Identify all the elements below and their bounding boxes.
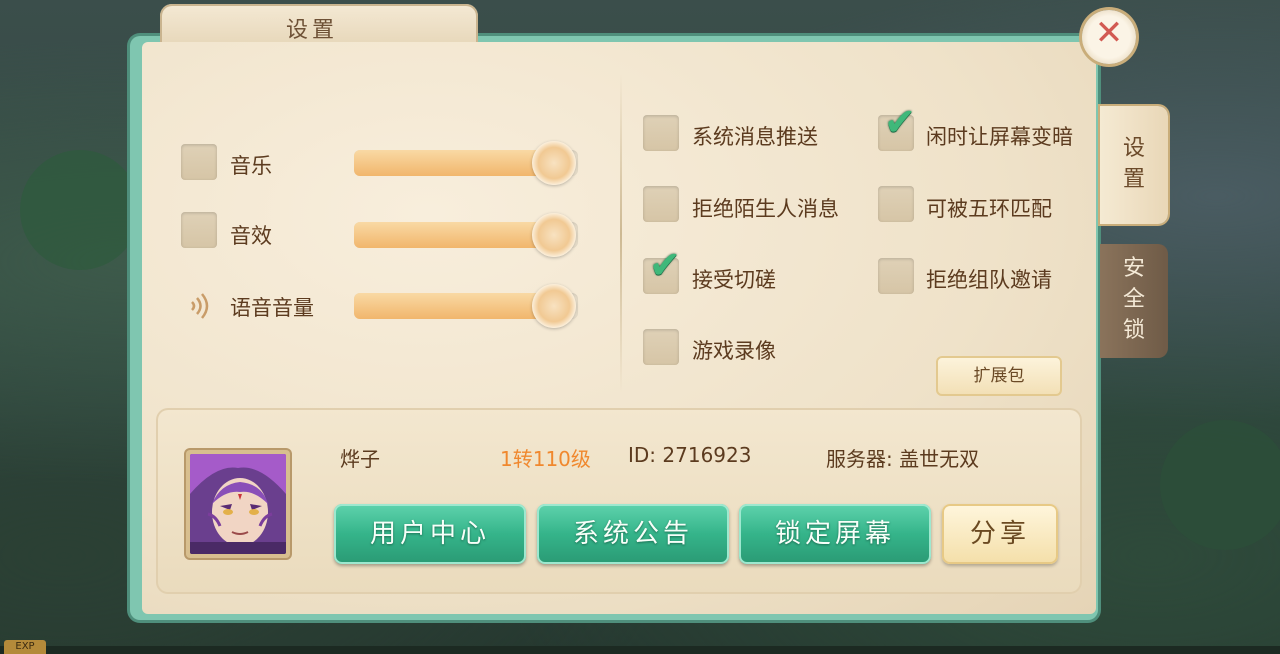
voice-slider-knob[interactable] — [532, 284, 576, 328]
close-icon: ✕ — [1094, 13, 1124, 53]
option-checkbox-dim-screen[interactable]: ✔ — [878, 103, 916, 151]
option-checkbox-system-push[interactable] — [643, 115, 679, 151]
tab-settings-label: 设置 — [1122, 136, 1145, 192]
option-checkbox-five-ring-match[interactable] — [878, 186, 914, 222]
sfx-slider[interactable] — [354, 213, 578, 257]
avatar-frame[interactable] — [186, 450, 290, 558]
option-label-reject-team-invite: 拒绝组队邀请 — [926, 268, 1052, 292]
checkmark-icon: ✔ — [884, 100, 916, 144]
option-label-five-ring-match: 可被五环匹配 — [926, 197, 1052, 221]
player-level: 1转110级 — [500, 447, 591, 471]
option-checkbox-reject-team-invite[interactable] — [878, 258, 914, 294]
option-label-dim-screen: 闲时让屏幕变暗 — [926, 125, 1073, 149]
voice-slider-fill — [354, 293, 554, 319]
bg-foliage-right — [1160, 420, 1280, 550]
system-announcement-button[interactable]: 系统公告 — [537, 504, 729, 564]
tab-security-lock[interactable]: 安全锁 — [1100, 244, 1168, 358]
voice-volume-slider[interactable] — [354, 284, 578, 328]
hud-bottom-bar — [0, 646, 1280, 654]
music-slider-knob[interactable] — [532, 141, 576, 185]
option-checkbox-accept-duel[interactable]: ✔ — [643, 246, 681, 294]
bg-foliage-left — [20, 150, 140, 270]
expansion-pack-button[interactable]: 扩展包 — [936, 356, 1062, 396]
voice-volume-label: 语音音量 — [230, 296, 314, 320]
tab-security-lock-label: 安全锁 — [1122, 256, 1145, 343]
player-name: 烨子 — [340, 447, 380, 471]
exp-label: EXP — [4, 640, 46, 654]
column-divider — [620, 74, 622, 394]
option-checkbox-reject-stranger[interactable] — [643, 186, 679, 222]
option-checkbox-game-recording[interactable] — [643, 329, 679, 365]
tab-settings[interactable]: 设置 — [1100, 106, 1168, 224]
sfx-slider-fill — [354, 222, 554, 248]
speaker-icon — [188, 290, 212, 322]
sfx-label: 音效 — [230, 224, 272, 248]
sfx-slider-knob[interactable] — [532, 213, 576, 257]
music-slider-fill — [354, 150, 554, 176]
lock-screen-button[interactable]: 锁定屏幕 — [739, 504, 931, 564]
server-name: 服务器: 盖世无双 — [826, 447, 980, 471]
account-section — [156, 408, 1082, 594]
checkmark-icon: ✔ — [649, 243, 681, 287]
option-label-system-push: 系统消息推送 — [692, 125, 818, 149]
option-label-game-recording: 游戏录像 — [692, 339, 776, 363]
user-center-button[interactable]: 用户中心 — [334, 504, 526, 564]
avatar — [190, 454, 286, 554]
option-label-accept-duel: 接受切磋 — [692, 268, 776, 292]
music-checkbox[interactable] — [181, 144, 217, 180]
sfx-checkbox[interactable] — [181, 212, 217, 248]
music-label: 音乐 — [230, 154, 272, 178]
player-id: ID: 2716923 — [628, 443, 752, 467]
panel-title: 设置 — [286, 18, 339, 43]
share-button[interactable]: 分享 — [942, 504, 1058, 564]
close-button[interactable]: ✕ — [1082, 10, 1136, 64]
option-label-reject-stranger: 拒绝陌生人消息 — [692, 197, 839, 221]
music-slider[interactable] — [354, 141, 578, 185]
